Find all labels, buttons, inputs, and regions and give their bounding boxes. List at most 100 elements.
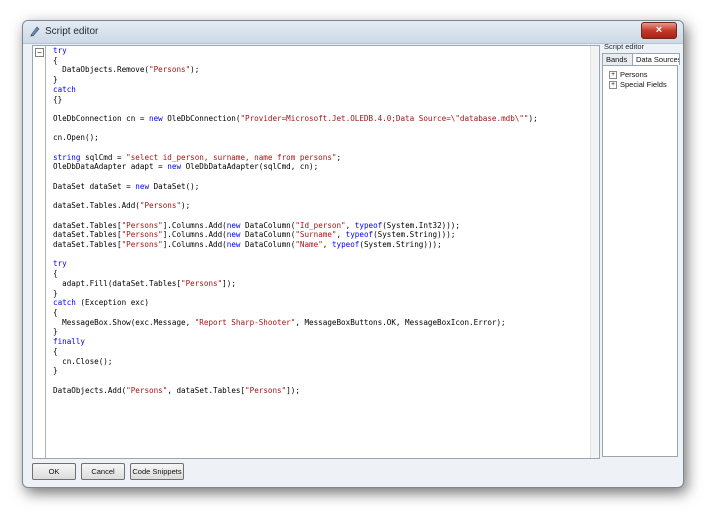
code-token: , dataSet.Tables[ bbox=[167, 385, 246, 395]
code-token: "Persons" bbox=[121, 220, 163, 230]
title-bar[interactable]: Script editor × bbox=[23, 21, 683, 44]
code-token: OleDbConnection( bbox=[162, 113, 241, 123]
editor-scrollbar[interactable] bbox=[590, 46, 599, 458]
tree-item-label: Special Fields bbox=[620, 80, 667, 89]
code-token: dataSet.Tables[ bbox=[53, 230, 122, 240]
tab-bands[interactable]: Bands bbox=[602, 53, 634, 65]
code-token: DataColumn( bbox=[240, 240, 296, 250]
code-token: ; bbox=[336, 152, 342, 162]
code-token: "Persons" bbox=[181, 278, 223, 288]
script-editor-window: Script editor × − try{ DataObjects.Remov… bbox=[22, 20, 684, 488]
code-token: string bbox=[53, 152, 81, 162]
code-token: , MessageBoxButtons.OK, MessageBoxIcon.E… bbox=[295, 317, 506, 327]
code-token: dataSet.Tables.Add( bbox=[53, 201, 140, 211]
code-line: { bbox=[53, 56, 538, 66]
code-token: ); bbox=[528, 113, 538, 123]
code-token: { bbox=[53, 55, 58, 65]
code-token: ].Columns.Add( bbox=[162, 240, 227, 250]
code-token: "Id_person" bbox=[295, 220, 346, 230]
tree-item-persons[interactable]: + Persons bbox=[609, 70, 648, 80]
code-line: } bbox=[53, 75, 538, 85]
tab-data-sources[interactable]: Data Sources bbox=[632, 53, 680, 65]
code-token: {} bbox=[53, 94, 63, 104]
code-token: catch bbox=[53, 84, 76, 94]
code-token: (System.String))); bbox=[359, 240, 442, 250]
code-token: "Persons" bbox=[126, 385, 168, 395]
code-line: {} bbox=[53, 95, 538, 105]
code-token: (System.String))); bbox=[373, 230, 456, 240]
code-token: "Provider=Microsoft.Jet.OLEDB.4.0;Data S… bbox=[240, 113, 529, 123]
code-token: "select id_person, surname, name from pe… bbox=[126, 152, 337, 162]
code-line: try bbox=[53, 46, 538, 56]
code-token: OleDbConnection cn = bbox=[53, 113, 150, 123]
code-token: } bbox=[53, 327, 58, 337]
code-line: dataSet.Tables.Add("Persons"); bbox=[53, 201, 538, 211]
code-token: DataSet dataSet = bbox=[53, 181, 136, 191]
code-line: DataSet dataSet = new DataSet(); bbox=[53, 182, 538, 192]
cancel-button[interactable]: Cancel bbox=[81, 463, 125, 480]
code-token: (System.Int32))); bbox=[382, 220, 460, 230]
code-line: dataSet.Tables["Persons"].Columns.Add(ne… bbox=[53, 230, 538, 240]
expand-icon[interactable]: + bbox=[609, 71, 617, 80]
code-token: ]); bbox=[286, 385, 300, 395]
code-line: string sqlCmd = "select id_person, surna… bbox=[53, 153, 538, 163]
code-token: MessageBox.Show(exc.Message, bbox=[53, 317, 195, 327]
code-token: , bbox=[322, 240, 332, 250]
code-snippets-button[interactable]: Code Snippets bbox=[130, 463, 184, 480]
code-token: "Name" bbox=[295, 240, 323, 250]
side-panel: Script editor Bands Data Sources + Person… bbox=[602, 41, 680, 457]
code-token: OleDbDataAdapter adapt = bbox=[53, 162, 168, 172]
code-line: cn.Open(); bbox=[53, 133, 538, 143]
code-line: finally bbox=[53, 337, 538, 347]
fold-line bbox=[45, 46, 46, 458]
code-token: DataColumn( bbox=[240, 220, 296, 230]
code-line: catch bbox=[53, 85, 538, 95]
code-line: OleDbDataAdapter adapt = new OleDbDataAd… bbox=[53, 162, 538, 172]
code-token: finally bbox=[53, 337, 86, 347]
ok-button[interactable]: OK bbox=[32, 463, 76, 480]
code-line: { bbox=[53, 269, 538, 279]
code-token: ].Columns.Add( bbox=[162, 220, 227, 230]
tree-item-label: Persons bbox=[620, 70, 648, 79]
code-token: new bbox=[149, 113, 163, 123]
code-token: dataSet.Tables[ bbox=[53, 240, 122, 250]
code-token: dataSet.Tables[ bbox=[53, 220, 122, 230]
code-line: dataSet.Tables["Persons"].Columns.Add(ne… bbox=[53, 221, 538, 231]
code-line: DataObjects.Remove("Persons"); bbox=[53, 65, 538, 75]
code-token: "Persons" bbox=[139, 201, 182, 211]
code-token: { bbox=[53, 269, 58, 279]
code-token: "Persons" bbox=[149, 65, 191, 75]
code-token: typeof bbox=[345, 230, 374, 240]
code-line: try bbox=[53, 259, 538, 269]
code-token: catch bbox=[53, 298, 76, 308]
code-line: adapt.Fill(dataSet.Tables["Persons"]); bbox=[53, 279, 538, 289]
code-line: } bbox=[53, 366, 538, 376]
code-token: cn.Close(); bbox=[53, 356, 113, 366]
tree-item-special-fields[interactable]: + Special Fields bbox=[609, 80, 667, 90]
code-token: , bbox=[345, 220, 355, 230]
code-token: ]); bbox=[222, 278, 236, 288]
code-token: try bbox=[53, 46, 67, 55]
code-token: OleDbDataAdapter(sqlCmd, cn); bbox=[181, 162, 319, 172]
panel-title: Script editor bbox=[604, 42, 645, 51]
code-token: cn.Open(); bbox=[53, 133, 99, 143]
code-token: { bbox=[53, 346, 58, 356]
code-text[interactable]: try{ DataObjects.Remove("Persons");} catc… bbox=[53, 46, 538, 395]
code-token: typeof bbox=[331, 240, 360, 250]
code-token: new bbox=[135, 181, 150, 191]
script-icon bbox=[30, 26, 40, 37]
close-button[interactable]: × bbox=[641, 22, 677, 39]
expand-icon[interactable]: + bbox=[609, 81, 617, 90]
code-token: } bbox=[53, 288, 58, 298]
code-token: DataColumn( bbox=[240, 230, 296, 240]
code-token: try bbox=[53, 259, 67, 269]
editor-gutter: − bbox=[33, 46, 45, 458]
fold-minus-icon[interactable]: − bbox=[35, 48, 44, 57]
window-title: Script editor bbox=[45, 26, 99, 37]
code-editor[interactable]: − try{ DataObjects.Remove("Persons");} ca… bbox=[32, 45, 600, 459]
code-token: DataObjects.Remove( bbox=[53, 65, 150, 75]
